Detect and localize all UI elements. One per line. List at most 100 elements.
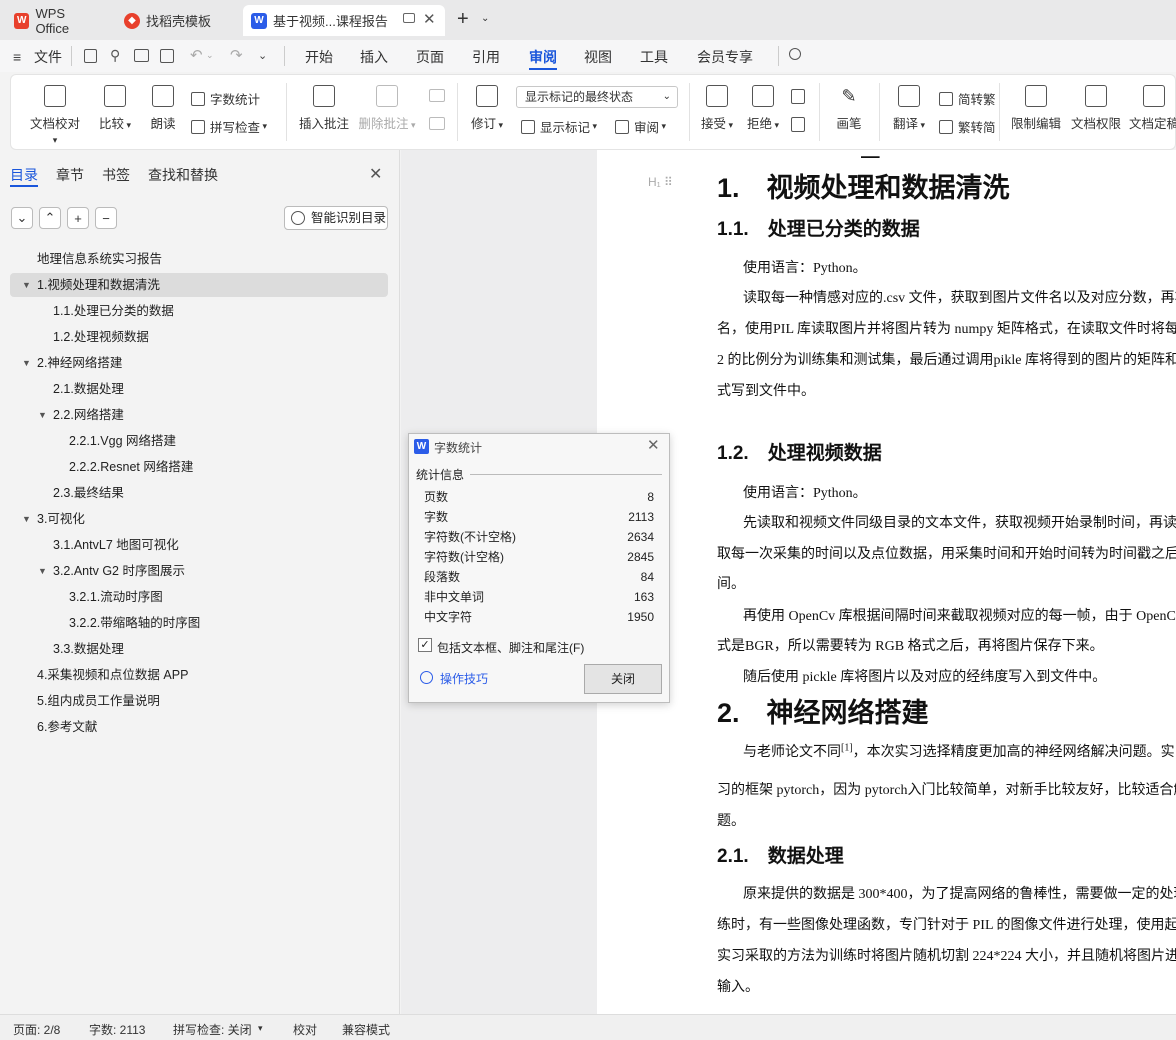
menu-view[interactable]: 视图 — [584, 47, 612, 67]
chevron-down-icon[interactable]: ⌄ — [481, 13, 489, 24]
toc-item[interactable]: ▼ 2.神经网络搭建 — [10, 351, 388, 375]
add-toc-item-button[interactable]: + — [67, 207, 89, 229]
toc-item[interactable]: 地理信息系统实习报告 — [10, 247, 388, 271]
page-indicator[interactable]: 页面: 2/8 — [13, 1021, 60, 1038]
toc-item[interactable]: ▼ 3.可视化 — [10, 507, 388, 531]
to-simplified-button[interactable]: 繁转简 — [939, 117, 996, 136]
close-button[interactable]: 关闭 — [584, 664, 662, 694]
review-pane-button[interactable]: 审阅 ▾ — [615, 117, 666, 136]
toc-item[interactable]: 3.2.1.流动时序图 — [10, 585, 388, 609]
tips-link[interactable]: 操作技巧 — [440, 670, 488, 687]
close-sidebar-icon[interactable]: ✕ — [369, 164, 382, 184]
window-icon[interactable] — [403, 13, 415, 23]
sidebar-tab-toc[interactable]: 目录 — [10, 165, 38, 185]
menu-tools[interactable]: 工具 — [640, 47, 668, 67]
doc-permission-button[interactable]: 文档权限 — [1069, 85, 1123, 132]
toc-item[interactable]: 6.参考文献 — [10, 715, 388, 739]
tab-bar: W WPS Office ◆ 找稻壳模板 W 基于视频...课程报告 ✕ + ⌄ — [0, 0, 1176, 40]
toc-item[interactable]: 2.2.1.Vgg 网络搭建 — [10, 429, 388, 453]
pen-button[interactable]: ✎ 画笔 — [829, 85, 869, 132]
doc-proofread-button[interactable]: 文档校对 ▾ — [27, 85, 83, 146]
insert-comment-button[interactable]: 插入批注 — [297, 85, 351, 132]
menu-insert[interactable]: 插入 — [360, 47, 388, 67]
stat-value: 84 — [640, 570, 654, 584]
heading-level-icon[interactable]: H₁ ⠿ — [648, 175, 673, 189]
toc-item[interactable]: 3.1.AntvL7 地图可视化 — [10, 533, 388, 557]
menu-review[interactable]: 审阅 — [529, 47, 557, 67]
markup-state-select[interactable]: 显示标记的最终状态 ⌄ — [516, 86, 678, 108]
toc-item[interactable]: ▼ 3.2.Antv G2 时序图展示 — [10, 559, 388, 583]
toc-item[interactable]: ▼ 2.2.网络搭建 — [10, 403, 388, 427]
review-pane-icon — [615, 119, 629, 134]
doc-finalize-button[interactable]: 文档定稿 — [1129, 85, 1176, 132]
save-icon[interactable] — [84, 49, 97, 63]
next-change-icon[interactable] — [791, 117, 805, 132]
tab-docer[interactable]: ◆ 找稻壳模板 — [116, 5, 236, 36]
toc-item[interactable]: 1.2.处理视频数据 — [10, 325, 388, 349]
toc-item[interactable]: 4.采集视频和点位数据 APP — [10, 663, 388, 687]
toc-item[interactable]: 3.2.2.带缩略轴的时序图 — [10, 611, 388, 635]
toc-item[interactable]: 2.1.数据处理 — [10, 377, 388, 401]
print-icon[interactable] — [134, 49, 149, 62]
tab-document[interactable]: W 基于视频...课程报告 ✕ — [243, 5, 445, 36]
expand-arrow-icon[interactable]: ▼ — [22, 351, 31, 375]
toc-item-label: 3.1.AntvL7 地图可视化 — [53, 538, 179, 552]
menu-reference[interactable]: 引用 — [472, 47, 500, 67]
tab-wps-office[interactable]: W WPS Office — [6, 5, 108, 36]
citation-link[interactable]: [1] — [841, 742, 853, 753]
chevron-down-icon[interactable]: ⌄ — [206, 50, 214, 61]
expand-arrow-icon[interactable]: ▼ — [22, 507, 31, 531]
close-tab-icon[interactable]: ✕ — [423, 10, 436, 28]
compare-button[interactable]: 比较 ▾ — [95, 85, 135, 132]
toc-item[interactable]: 5.组内成员工作量说明 — [10, 689, 388, 713]
menu-member[interactable]: 会员专享 — [697, 47, 753, 67]
next-comment-icon[interactable] — [429, 117, 445, 130]
smart-toc-button[interactable]: 智能识别目录 — [284, 206, 388, 230]
sidebar-tab-chapters[interactable]: 章节 — [56, 165, 84, 185]
search-icon[interactable] — [789, 48, 801, 60]
revise-button[interactable]: 修订 ▾ — [467, 85, 507, 132]
to-traditional-button[interactable]: 简转繁 — [939, 89, 996, 108]
show-markup-button[interactable]: 显示标记 ▾ — [521, 117, 597, 136]
word-count-button[interactable]: 字数统计 — [191, 89, 260, 108]
translate-button[interactable]: 翻译 ▾ — [889, 85, 929, 132]
expand-arrow-icon[interactable]: ▼ — [38, 559, 47, 583]
spell-check-button[interactable]: 拼写检查 ▾ — [191, 117, 267, 136]
prev-change-icon[interactable] — [791, 89, 805, 104]
restrict-edit-button[interactable]: 限制编辑 — [1009, 85, 1063, 132]
expand-arrow-icon[interactable]: ▼ — [38, 403, 47, 427]
toc-item[interactable]: 2.2.2.Resnet 网络搭建 — [10, 455, 388, 479]
toc-item[interactable]: 1.1.处理已分类的数据 — [10, 299, 388, 323]
expand-arrow-icon[interactable]: ▼ — [22, 273, 31, 297]
chevron-down-icon[interactable]: ▾ — [258, 1023, 263, 1034]
menu-start[interactable]: 开始 — [305, 47, 333, 67]
include-textbox-checkbox[interactable]: ✓ — [418, 638, 432, 652]
delete-comment-button[interactable]: 删除批注 ▾ — [357, 85, 417, 132]
toc-item[interactable]: 2.3.最终结果 — [10, 481, 388, 505]
close-dialog-icon[interactable]: ✕ — [647, 436, 660, 454]
remove-toc-item-button[interactable]: − — [95, 207, 117, 229]
expand-up-button[interactable]: ⌃ — [39, 207, 61, 229]
menu-page[interactable]: 页面 — [416, 47, 444, 67]
print-preview-icon[interactable] — [160, 49, 174, 63]
proofread-status[interactable]: 校对 — [293, 1021, 317, 1038]
word-count-status[interactable]: 字数: 2113 — [89, 1021, 145, 1038]
prev-comment-icon[interactable] — [429, 89, 445, 102]
chevron-down-icon[interactable]: ⌄ — [258, 49, 267, 62]
collapse-all-button[interactable]: ⌄ — [11, 207, 33, 229]
spell-check-status[interactable]: 拼写检查: 关闭 — [173, 1021, 252, 1038]
toc-item[interactable]: ▼ 1.视频处理和数据清洗 — [10, 273, 388, 297]
reject-button[interactable]: 拒绝 ▾ — [743, 85, 783, 132]
restrict-edit-icon — [1025, 85, 1047, 107]
read-aloud-button[interactable]: 朗读 — [145, 85, 181, 132]
accept-button[interactable]: 接受 ▾ — [697, 85, 737, 132]
undo-icon[interactable]: ↶ — [190, 46, 203, 64]
hamburger-icon[interactable]: ≡ — [13, 49, 21, 65]
sidebar-tab-find-replace[interactable]: 查找和替换 — [148, 165, 218, 185]
share-icon[interactable]: ⚲ — [110, 47, 120, 64]
sidebar-tab-bookmarks[interactable]: 书签 — [102, 165, 130, 185]
new-tab-icon[interactable]: + — [457, 8, 469, 31]
redo-icon[interactable]: ↷ — [230, 46, 243, 64]
menu-file[interactable]: 文件 — [34, 47, 62, 67]
toc-item[interactable]: 3.3.数据处理 — [10, 637, 388, 661]
